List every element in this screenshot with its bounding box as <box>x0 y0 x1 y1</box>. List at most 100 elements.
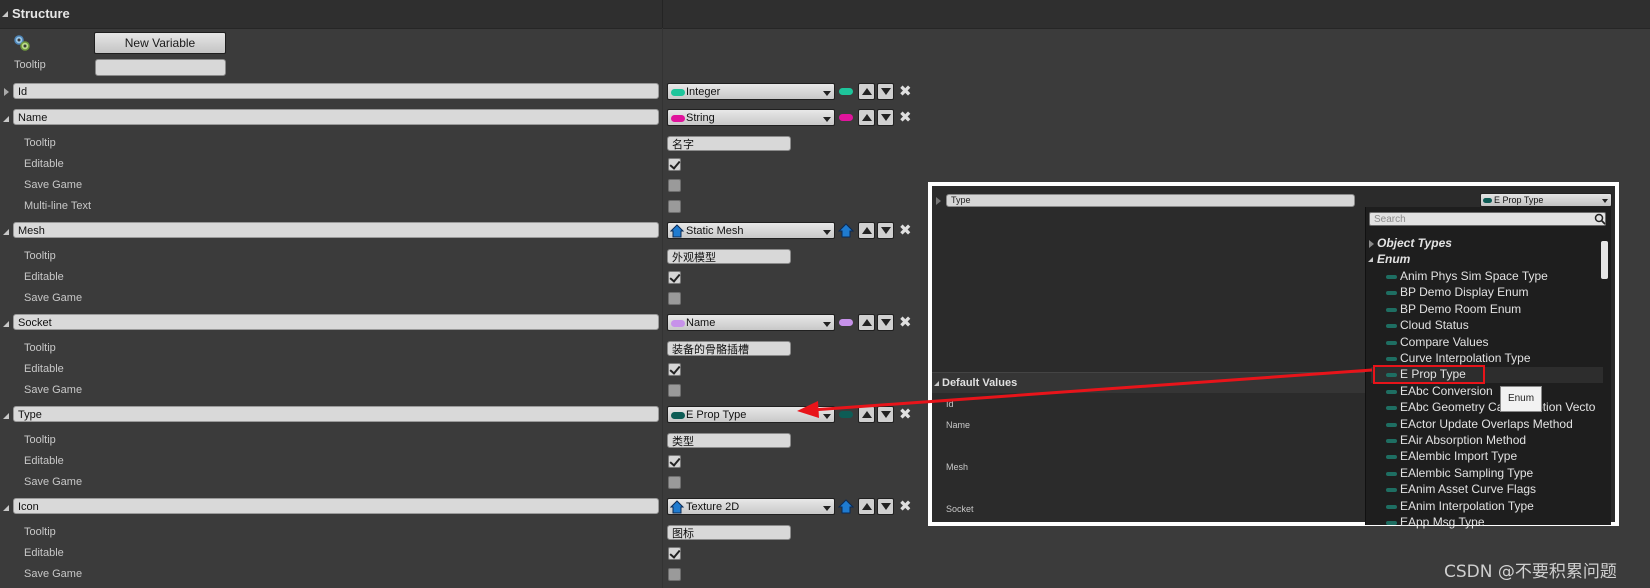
variable-type-dropdown[interactable]: Static Mesh <box>667 222 835 239</box>
remove-variable-button[interactable]: ✖ <box>899 110 912 125</box>
pin-type-icon[interactable] <box>837 223 855 238</box>
remove-variable-button[interactable]: ✖ <box>899 499 912 514</box>
move-down-button[interactable] <box>877 222 894 239</box>
move-down-button[interactable] <box>877 406 894 423</box>
variable-name-field[interactable]: Type <box>13 406 659 422</box>
variable-settings-icon[interactable] <box>13 34 31 52</box>
expand-arrow-icon[interactable] <box>4 88 9 96</box>
variable-name-field[interactable]: Id <box>13 83 659 99</box>
enum-type-icon <box>1386 340 1397 345</box>
collapse-arrow-icon[interactable] <box>3 505 9 511</box>
enum-item[interactable]: EAnim Asset Curve Flags <box>1400 482 1536 496</box>
variable-name-field[interactable]: Mesh <box>13 222 659 238</box>
enum-item[interactable]: EAnim Interpolation Type <box>1400 499 1534 513</box>
enum-type-icon <box>1386 471 1397 476</box>
enum-item[interactable]: BP Demo Room Enum <box>1400 302 1521 316</box>
variable-name-field[interactable]: Socket <box>13 314 659 330</box>
enum-item[interactable]: Cloud Status <box>1400 318 1469 332</box>
remove-variable-button[interactable]: ✖ <box>899 407 912 422</box>
multi-line-text-checkbox[interactable] <box>668 200 681 213</box>
move-up-button[interactable] <box>858 109 875 126</box>
move-up-button[interactable] <box>858 498 875 515</box>
collapse-arrow-icon[interactable] <box>934 381 939 386</box>
move-up-button[interactable] <box>858 406 875 423</box>
property-label: Editable <box>24 363 64 375</box>
arrow-up-icon <box>862 114 872 121</box>
editable-checkbox[interactable] <box>668 363 681 376</box>
save-game-checkbox[interactable] <box>668 476 681 489</box>
move-up-button[interactable] <box>858 222 875 239</box>
save-game-checkbox[interactable] <box>668 179 681 192</box>
tooltip-input[interactable]: 装备的骨骼插槽 <box>667 341 791 356</box>
move-down-button[interactable] <box>877 83 894 100</box>
variable-type-dropdown[interactable]: E Prop Type <box>667 406 835 423</box>
remove-variable-button[interactable]: ✖ <box>899 223 912 238</box>
move-down-button[interactable] <box>877 109 894 126</box>
structure-tooltip-input[interactable] <box>95 59 226 76</box>
pin-type-icon[interactable] <box>839 114 853 121</box>
tooltip-input[interactable]: 类型 <box>667 433 791 448</box>
editable-checkbox[interactable] <box>668 455 681 468</box>
enum-item[interactable]: Compare Values <box>1400 335 1489 349</box>
enum-item[interactable]: EAir Absorption Method <box>1400 433 1526 447</box>
enum-item[interactable]: EAbc Geometry Cache Motion Vecto <box>1400 400 1595 414</box>
enum-item[interactable]: EAbc Conversion <box>1400 384 1493 398</box>
category-object-types[interactable]: Object Types <box>1377 236 1452 250</box>
collapse-arrow-icon[interactable] <box>3 413 9 419</box>
caret-icon <box>823 414 831 419</box>
type-search-input[interactable]: Search <box>1369 212 1606 226</box>
enum-item[interactable]: EAlembic Sampling Type <box>1400 466 1533 480</box>
collapse-arrow-icon[interactable] <box>1368 257 1373 262</box>
save-game-checkbox[interactable] <box>668 568 681 581</box>
collapse-arrow-icon[interactable] <box>3 116 9 122</box>
variable-name-field[interactable]: Name <box>13 109 659 125</box>
variable-type-dropdown[interactable]: String <box>667 109 835 126</box>
move-up-button[interactable] <box>858 83 875 100</box>
save-game-checkbox[interactable] <box>668 384 681 397</box>
move-down-button[interactable] <box>877 498 894 515</box>
category-enum[interactable]: Enum <box>1377 252 1410 266</box>
variable-type-dropdown[interactable]: Texture 2D <box>667 498 835 515</box>
pin-type-icon[interactable] <box>839 319 853 326</box>
pin-type-icon[interactable] <box>839 411 853 418</box>
collapse-arrow-icon[interactable] <box>2 11 8 17</box>
new-variable-button[interactable]: New Variable <box>94 32 226 54</box>
enum-item[interactable]: BP Demo Display Enum <box>1400 285 1529 299</box>
move-down-button[interactable] <box>877 314 894 331</box>
save-game-checkbox[interactable] <box>668 292 681 305</box>
picker-scrollbar[interactable] <box>1601 241 1608 279</box>
collapse-arrow-icon[interactable] <box>3 321 9 327</box>
expand-arrow-icon[interactable] <box>936 197 941 205</box>
pin-type-icon[interactable] <box>837 499 855 514</box>
pin-type-icon[interactable] <box>839 88 853 95</box>
inset-type-dropdown[interactable]: E Prop Type <box>1480 193 1612 207</box>
editable-checkbox[interactable] <box>668 271 681 284</box>
property-label: Tooltip <box>24 250 56 262</box>
editable-checkbox[interactable] <box>668 547 681 560</box>
arrow-down-icon <box>881 88 891 95</box>
variable-type-dropdown[interactable]: Integer <box>667 83 835 100</box>
object-type-icon <box>670 224 685 238</box>
enum-item[interactable]: Curve Interpolation Type <box>1400 351 1531 365</box>
column-divider[interactable] <box>662 28 663 588</box>
expand-arrow-icon[interactable] <box>1369 240 1374 248</box>
move-up-button[interactable] <box>858 314 875 331</box>
remove-variable-button[interactable]: ✖ <box>899 84 912 99</box>
tooltip-input[interactable]: 外观模型 <box>667 249 791 264</box>
arrow-down-icon <box>881 319 891 326</box>
enum-item[interactable]: Anim Phys Sim Space Type <box>1400 269 1548 283</box>
remove-variable-button[interactable]: ✖ <box>899 315 912 330</box>
enum-item[interactable]: EActor Update Overlaps Method <box>1400 417 1573 431</box>
arrow-down-icon <box>881 503 891 510</box>
variable-type-dropdown[interactable]: Name <box>667 314 835 331</box>
enum-type-icon <box>1386 291 1397 296</box>
caret-icon <box>823 230 831 235</box>
inset-variable-name[interactable]: Type <box>946 194 1355 207</box>
enum-item[interactable]: EAlembic Import Type <box>1400 449 1517 463</box>
collapse-arrow-icon[interactable] <box>3 229 9 235</box>
editable-checkbox[interactable] <box>668 158 681 171</box>
tooltip-input[interactable]: 名字 <box>667 136 791 151</box>
variable-name-field[interactable]: Icon <box>13 498 659 514</box>
tooltip-input[interactable]: 图标 <box>667 525 791 540</box>
enum-item[interactable]: EApp Msg Type <box>1400 515 1485 529</box>
